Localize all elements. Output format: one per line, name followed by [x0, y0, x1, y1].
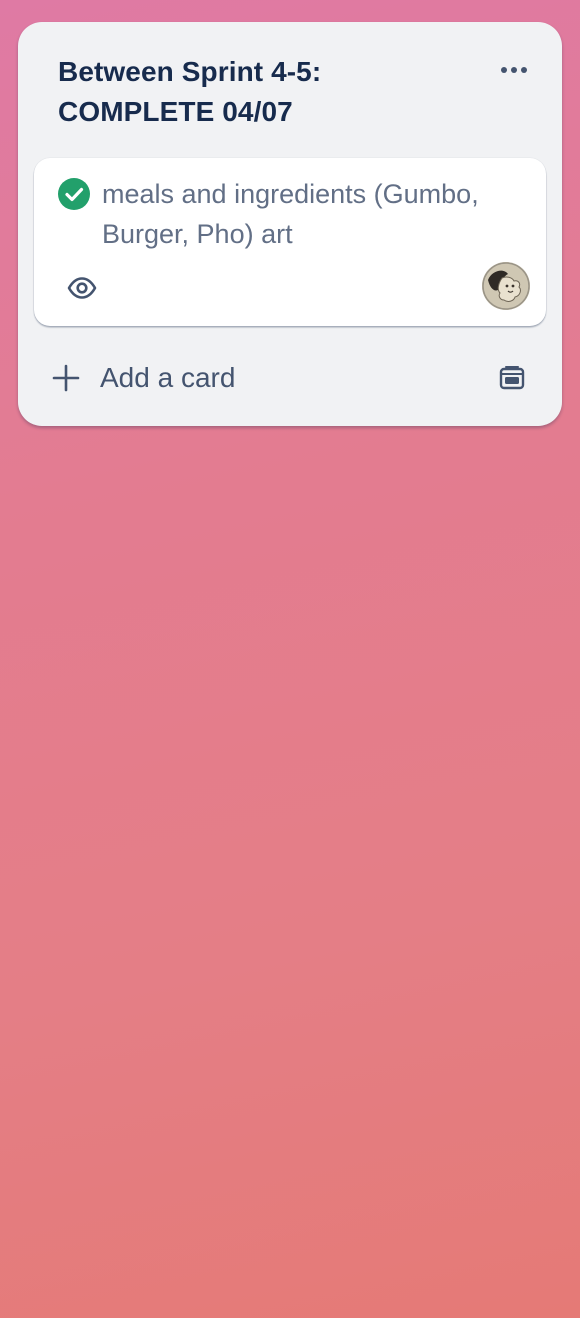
more-horizontal-icon: [501, 67, 527, 73]
list-title[interactable]: Between Sprint 4-5: COMPLETE 04/07: [58, 52, 478, 132]
plus-icon: [52, 364, 80, 392]
card[interactable]: meals and ingredients (Gumbo, Burger, Ph…: [34, 158, 546, 326]
list: Between Sprint 4-5: COMPLETE 04/07 meals…: [18, 22, 562, 426]
eye-icon: [67, 277, 97, 299]
list-menu-button[interactable]: [492, 50, 536, 90]
check-circle-icon[interactable]: [58, 178, 90, 210]
add-card-label: Add a card: [100, 362, 236, 393]
avatar-image: [482, 262, 530, 310]
list-header[interactable]: Between Sprint 4-5: COMPLETE 04/07: [58, 52, 478, 132]
card-title: meals and ingredients (Gumbo, Burger, Ph…: [102, 179, 479, 249]
card-template-icon: [499, 366, 525, 390]
avatar[interactable]: [482, 262, 530, 310]
create-from-template-button[interactable]: [490, 358, 534, 398]
add-card-button[interactable]: Add a card: [34, 350, 474, 406]
